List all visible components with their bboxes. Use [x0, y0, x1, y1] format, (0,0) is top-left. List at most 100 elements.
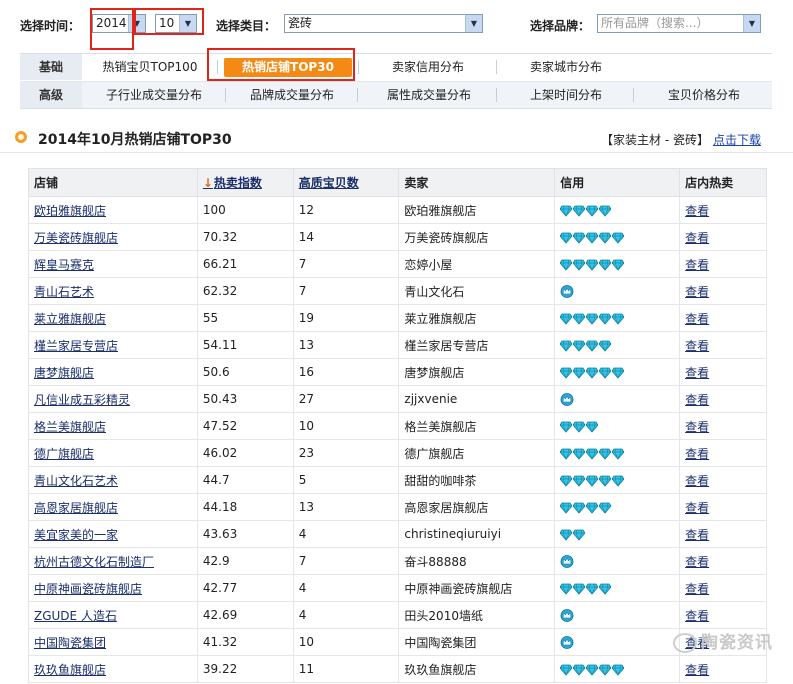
tab-seller-city[interactable]: 卖家城市分布: [503, 54, 629, 80]
nav-divider: [225, 88, 226, 102]
nav-row-basic: 基础 热销宝贝TOP100 热销店铺TOP30 卖家信用分布 卖家城市分布: [20, 53, 772, 80]
quality-items-value: 7: [292, 277, 400, 305]
diamond-icon: [560, 662, 573, 676]
shop-link[interactable]: 唐梦旗舰店: [28, 358, 198, 386]
nav-divider: [358, 60, 359, 74]
col-hot-index-label: 热卖指数: [213, 176, 262, 190]
shop-link[interactable]: 美宜家美的一家: [28, 520, 198, 548]
brand-label: 选择品牌：: [530, 19, 591, 33]
table-row: 凡信业成五彩精灵 50.43 27 zjjxvenie 查看: [28, 385, 767, 413]
shop-link[interactable]: 槿兰家居专营店: [28, 331, 198, 359]
col-hot-index[interactable]: ↓热卖指数: [196, 168, 294, 197]
view-link[interactable]: 查看: [679, 277, 767, 305]
shop-link[interactable]: 中原神画瓷砖旗舰店: [28, 574, 198, 602]
diamond-icon: [560, 257, 573, 271]
view-link[interactable]: 查看: [679, 655, 767, 683]
credit-rating: [554, 412, 681, 440]
diamond-icon: [586, 500, 599, 514]
brand-select[interactable]: 所有品牌（搜索...） ▼: [597, 14, 761, 33]
shop-link[interactable]: 凡信业成五彩精灵: [28, 385, 198, 413]
col-quality-items[interactable]: 高质宝贝数: [292, 168, 400, 197]
diamond-icon: [573, 338, 586, 352]
brand-placeholder: 所有品牌（搜索...）: [601, 16, 709, 30]
col-shop-hot: 店内热卖: [679, 168, 767, 197]
view-link[interactable]: 查看: [679, 601, 767, 629]
view-link[interactable]: 查看: [679, 358, 767, 386]
tab-attribute-volume[interactable]: 属性成交量分布: [360, 82, 498, 108]
hot-index-value: 100: [196, 196, 294, 224]
shop-link[interactable]: 欧珀雅旗舰店: [28, 196, 198, 224]
tab-brand-volume[interactable]: 品牌成交量分布: [228, 82, 356, 108]
sort-desc-icon: ↓: [202, 176, 213, 190]
diamond-icon: [599, 365, 612, 379]
table-row: 格兰美旗舰店 47.52 10 格兰美旗舰店 查看: [28, 412, 767, 440]
chevron-down-icon[interactable]: ▼: [743, 15, 760, 32]
view-link[interactable]: 查看: [679, 439, 767, 467]
download-link[interactable]: 点击下载: [713, 133, 761, 147]
view-link[interactable]: 查看: [679, 385, 767, 413]
diamond-icon: [560, 203, 573, 217]
report-nav: 基础 热销宝贝TOP100 热销店铺TOP30 卖家信用分布 卖家城市分布 高级…: [20, 48, 772, 109]
diamond-icon: [573, 257, 586, 271]
highlight-active-tab: [207, 48, 355, 81]
diamond-icon: [586, 419, 599, 433]
view-link[interactable]: 查看: [679, 547, 767, 575]
category-select[interactable]: 瓷砖 ▼: [284, 14, 483, 33]
shop-link[interactable]: 万美瓷砖旗舰店: [28, 223, 198, 251]
diamond-icon: [612, 365, 625, 379]
shop-link[interactable]: 高恩家居旗舰店: [28, 493, 198, 521]
view-link[interactable]: 查看: [679, 223, 767, 251]
filter-bar: 选择时间： 2014 ▼ 10 ▼ 选择类目： 瓷砖 ▼ 选择品牌： 所有品牌（…: [0, 0, 793, 50]
view-link[interactable]: 查看: [679, 466, 767, 494]
table-row: 莱立雅旗舰店 55 19 莱立雅旗舰店 查看: [28, 304, 767, 332]
category-value: 瓷砖: [288, 16, 313, 30]
table-row: 高恩家居旗舰店 44.18 13 高恩家居旗舰店 查看: [28, 493, 767, 521]
view-link[interactable]: 查看: [679, 331, 767, 359]
table-row: 青山文化石艺术 44.7 5 甜甜的咖啡茶 查看: [28, 466, 767, 494]
diamond-icon: [599, 662, 612, 676]
tab-price-distribution[interactable]: 宝贝价格分布: [636, 82, 772, 108]
seller-name: 欧珀雅旗舰店: [398, 196, 556, 224]
highlight-month: [134, 8, 204, 35]
shop-link[interactable]: 玖玖鱼旗舰店: [28, 655, 198, 683]
quality-items-value: 16: [292, 358, 400, 386]
shop-link[interactable]: 格兰美旗舰店: [28, 412, 198, 440]
view-link[interactable]: 查看: [679, 196, 767, 224]
section-header: 2014年10月热销店铺TOP30 【家装主材 - 瓷砖】 点击下载: [0, 122, 793, 153]
diamond-icon: [573, 527, 586, 541]
tab-listing-time[interactable]: 上架时间分布: [499, 82, 633, 108]
view-link[interactable]: 查看: [679, 574, 767, 602]
view-link[interactable]: 查看: [679, 250, 767, 278]
chevron-down-icon[interactable]: ▼: [465, 15, 482, 32]
diamond-icon: [586, 257, 599, 271]
seller-name: 奋斗88888: [398, 547, 556, 575]
shop-link[interactable]: 青山文化石艺术: [28, 466, 198, 494]
table-row: 欧珀雅旗舰店 100 12 欧珀雅旗舰店 查看: [28, 196, 767, 224]
time-label: 选择时间：: [20, 19, 81, 33]
seller-name: 槿兰家居专营店: [398, 331, 556, 359]
view-link[interactable]: 查看: [679, 520, 767, 548]
table-row: 杭州古德文化石制造厂 42.9 7 奋斗88888 查看: [28, 547, 767, 575]
diamond-icon: [586, 203, 599, 217]
credit-rating: [554, 223, 681, 251]
shop-link[interactable]: 青山石艺术: [28, 277, 198, 305]
diamond-icon: [599, 581, 612, 595]
view-link[interactable]: 查看: [679, 412, 767, 440]
table-row: 德广旗舰店 46.02 23 德广旗舰店 查看: [28, 439, 767, 467]
tab-subindustry[interactable]: 子行业成交量分布: [86, 82, 222, 108]
shop-link[interactable]: 杭州古德文化石制造厂: [28, 547, 198, 575]
shop-link[interactable]: ZGUDE 人造石: [28, 601, 198, 629]
table-header-row: 店铺 ↓热卖指数 高质宝贝数 卖家 信用 店内热卖: [28, 168, 767, 197]
diamond-icon: [586, 365, 599, 379]
diamond-icon: [573, 581, 586, 595]
tab-seller-credit[interactable]: 卖家信用分布: [365, 54, 491, 80]
view-link[interactable]: 查看: [679, 304, 767, 332]
shop-link[interactable]: 中国陶瓷集团: [28, 628, 198, 656]
crumb-text: 【家装主材 - 瓷砖】: [601, 133, 709, 147]
tab-hot-items[interactable]: 热销宝贝TOP100: [88, 54, 212, 80]
shop-link[interactable]: 德广旗舰店: [28, 439, 198, 467]
shop-link[interactable]: 辉皇马赛克: [28, 250, 198, 278]
shop-link[interactable]: 莱立雅旗舰店: [28, 304, 198, 332]
diamond-icon: [573, 203, 586, 217]
view-link[interactable]: 查看: [679, 493, 767, 521]
